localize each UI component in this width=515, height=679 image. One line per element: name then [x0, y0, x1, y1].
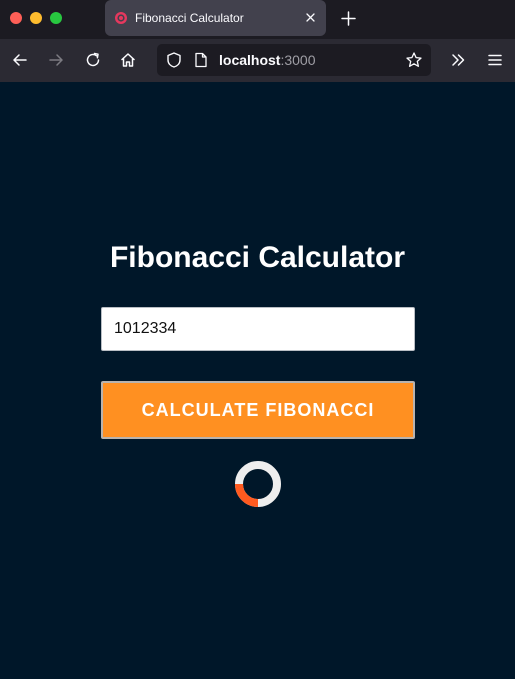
tab-title: Fibonacci Calculator: [135, 11, 244, 25]
hamburger-menu-icon[interactable]: [486, 51, 504, 69]
close-icon[interactable]: [304, 11, 317, 24]
page-title: Fibonacci Calculator: [109, 241, 406, 274]
url-port: :3000: [280, 52, 316, 68]
calculate-fibonacci-button[interactable]: CALCULATE FIBONACCI: [101, 381, 415, 439]
loading-spinner-icon: [235, 461, 281, 507]
window-minimize-button[interactable]: [30, 12, 42, 24]
number-input[interactable]: [101, 307, 415, 351]
home-icon[interactable]: [119, 51, 137, 69]
page-icon[interactable]: [194, 52, 208, 68]
arrow-left-icon[interactable]: [11, 51, 29, 69]
ring-favicon-icon: [115, 12, 127, 24]
star-icon[interactable]: [405, 51, 423, 69]
arrow-right-icon[interactable]: [47, 51, 65, 69]
tab-active[interactable]: Fibonacci Calculator: [105, 0, 326, 36]
plus-icon[interactable]: [340, 10, 357, 27]
page-content: Fibonacci Calculator CALCULATE FIBONACCI: [0, 82, 515, 679]
navigation-toolbar: localhost:3000: [0, 39, 515, 82]
url-text[interactable]: localhost:3000: [219, 52, 316, 68]
spinner-arc: [235, 483, 259, 507]
tab-strip: Fibonacci Calculator: [0, 0, 515, 39]
reload-icon[interactable]: [84, 51, 102, 69]
browser-window: Fibonacci Calculator localhost:3000 Fibo…: [0, 0, 515, 679]
window-close-button[interactable]: [10, 12, 22, 24]
url-host: localhost: [219, 52, 281, 68]
shield-icon[interactable]: [165, 51, 183, 69]
url-bar[interactable]: localhost:3000: [157, 44, 431, 76]
double-chevron-icon[interactable]: [449, 51, 467, 69]
window-maximize-button[interactable]: [50, 12, 62, 24]
